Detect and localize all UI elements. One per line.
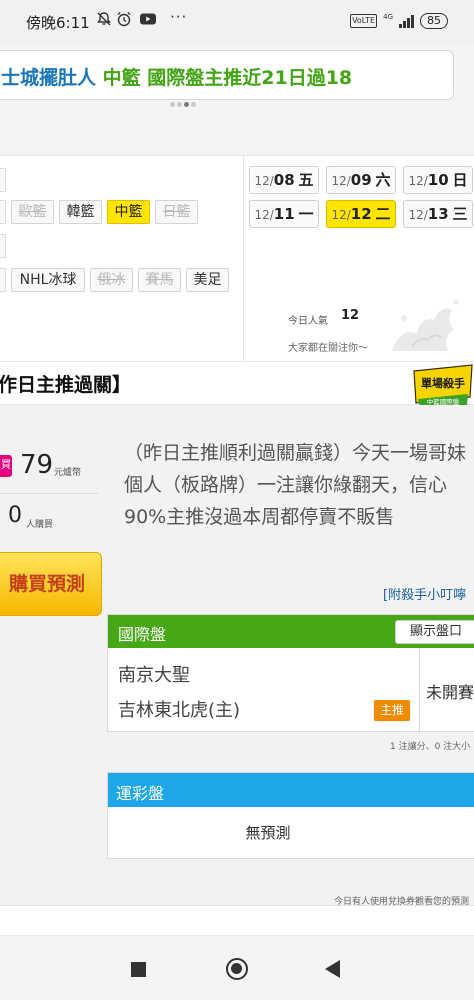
back-icon[interactable] (325, 960, 340, 978)
intl-odds-header: 國際盤 顯示盤口 (108, 615, 474, 648)
recent-apps-icon[interactable] (131, 962, 146, 977)
sport-chip-stub[interactable] (0, 168, 6, 192)
sport-chip-russia-hockey[interactable]: 俄冰 (90, 268, 133, 292)
date-1209[interactable]: 12/09 六 (326, 166, 396, 194)
sport-chip-nhl[interactable]: NHL冰球 (11, 268, 85, 292)
lottery-odds-label: 運彩盤 (116, 784, 165, 803)
date-1210[interactable]: 12/10 日 (403, 166, 473, 194)
network-type: 4G (383, 12, 393, 21)
date-1213[interactable]: 12/13 三 (403, 200, 473, 228)
carousel-dots[interactable] (170, 102, 196, 107)
badge-title: 單場殺手 (421, 376, 465, 390)
more-icon: ··· (170, 8, 188, 26)
volte-icon: VoLTE (350, 14, 378, 28)
single-killer-badge: 單場殺手 中籃國際盤 (413, 364, 473, 407)
status-bar: 傍晚6:11 ··· VoLTE 4G 85 (0, 0, 474, 44)
buy-prediction-button[interactable]: 購買預測 (0, 552, 102, 616)
buy-tag: 買 (0, 455, 12, 477)
popularity-label: 今日人氣 (288, 316, 328, 327)
sport-chip-euro-basketball[interactable]: 歐籃 (11, 200, 54, 224)
intl-odds-note: 1 注讓分、0 注大小 (390, 742, 471, 752)
date-1208[interactable]: 12/08 五 (249, 166, 319, 194)
prediction-content: 買 79 元爐幣 0 人購買 購買預測 （昨日主推順利過關贏錢）今天一場哥妹個人… (0, 405, 474, 907)
prediction-header: 作日主推過關】 (0, 361, 474, 405)
sport-chip-china-basketball[interactable]: 中籃 (107, 200, 150, 224)
sport-chip-stub[interactable] (0, 268, 6, 292)
sport-chip-horse-racing[interactable]: 賽馬 (138, 268, 181, 292)
date-1211[interactable]: 12/11 一 (249, 200, 319, 228)
mute-notification-icon (96, 11, 112, 31)
match-status: 未開賽 (426, 683, 474, 702)
no-prediction-text: 無預測 (245, 824, 291, 842)
banner-part2: 中籃 國際盤主推近21日過18 (102, 67, 353, 89)
show-odds-button[interactable]: 顯示盤口 (395, 620, 474, 644)
sport-chip-korea-basketball[interactable]: 韓籃 (59, 200, 102, 224)
killer-tips-link[interactable]: [附殺手小叮嚀 (383, 584, 466, 603)
home-icon[interactable] (226, 958, 248, 980)
signal-icon (399, 14, 414, 28)
banner-footer (0, 118, 474, 156)
intl-odds-label: 國際盤 (118, 625, 167, 644)
alarm-icon (116, 11, 132, 31)
battery-icon: 85 (420, 13, 448, 29)
price-unit: 元爐幣 (54, 468, 82, 478)
popularity-value: 12 (341, 308, 360, 323)
filter-divider (243, 156, 244, 361)
main-pick-tag: 主推 (374, 700, 410, 721)
banner-box[interactable]: 士城擺肚人 中籃 國際盤主推近21日過18 (0, 50, 454, 100)
page-bottom-spacer (0, 905, 474, 935)
date-1212[interactable]: 12/12 二 (326, 200, 396, 228)
sport-chip-american-football[interactable]: 美足 (186, 268, 229, 292)
prediction-description: （昨日主推順利過關贏錢）今天一場哥妹個人（板路牌）一注讓你綠翻天，信心90%主推… (124, 442, 467, 528)
panel-divider (419, 648, 420, 733)
banner-text: 士城擺肚人 中籃 國際盤主推近21日過18 (1, 63, 352, 90)
lottery-odds-panel: 運彩盤 無預測 (107, 772, 474, 859)
price-value: 79 (20, 450, 54, 480)
team-home: 吉林東北虎(主) (118, 700, 241, 721)
sport-chip-stub[interactable] (0, 200, 6, 224)
sport-chip-stub[interactable] (0, 234, 6, 258)
prediction-title: 作日主推過關】 (0, 374, 132, 396)
popularity-subtext: 大家都在關注你～ (288, 343, 368, 354)
system-nav-bar (0, 935, 474, 1000)
intl-odds-panel: 國際盤 顯示盤口 南京大聖 吉林東北虎(主) 主推 未開賽 (107, 614, 474, 733)
status-time: 傍晚6:11 (26, 14, 90, 32)
offer-divider (0, 493, 98, 494)
splash-decoration-icon (392, 299, 459, 351)
team-away: 南京大聖 (118, 665, 190, 686)
youtube-icon (139, 11, 157, 31)
buyers-unit: 人購買 (26, 520, 54, 530)
filter-area: 歐籃 韓籃 中籃 日籃 NHL冰球 俄冰 賽馬 美足 12/08 五 12/09… (0, 156, 474, 361)
sport-chip-japan-basketball[interactable]: 日籃 (155, 200, 198, 224)
banner-part1: 士城擺肚人 (1, 67, 97, 89)
buyers-count: 0 (8, 503, 22, 528)
lottery-odds-header: 運彩盤 (108, 773, 474, 807)
